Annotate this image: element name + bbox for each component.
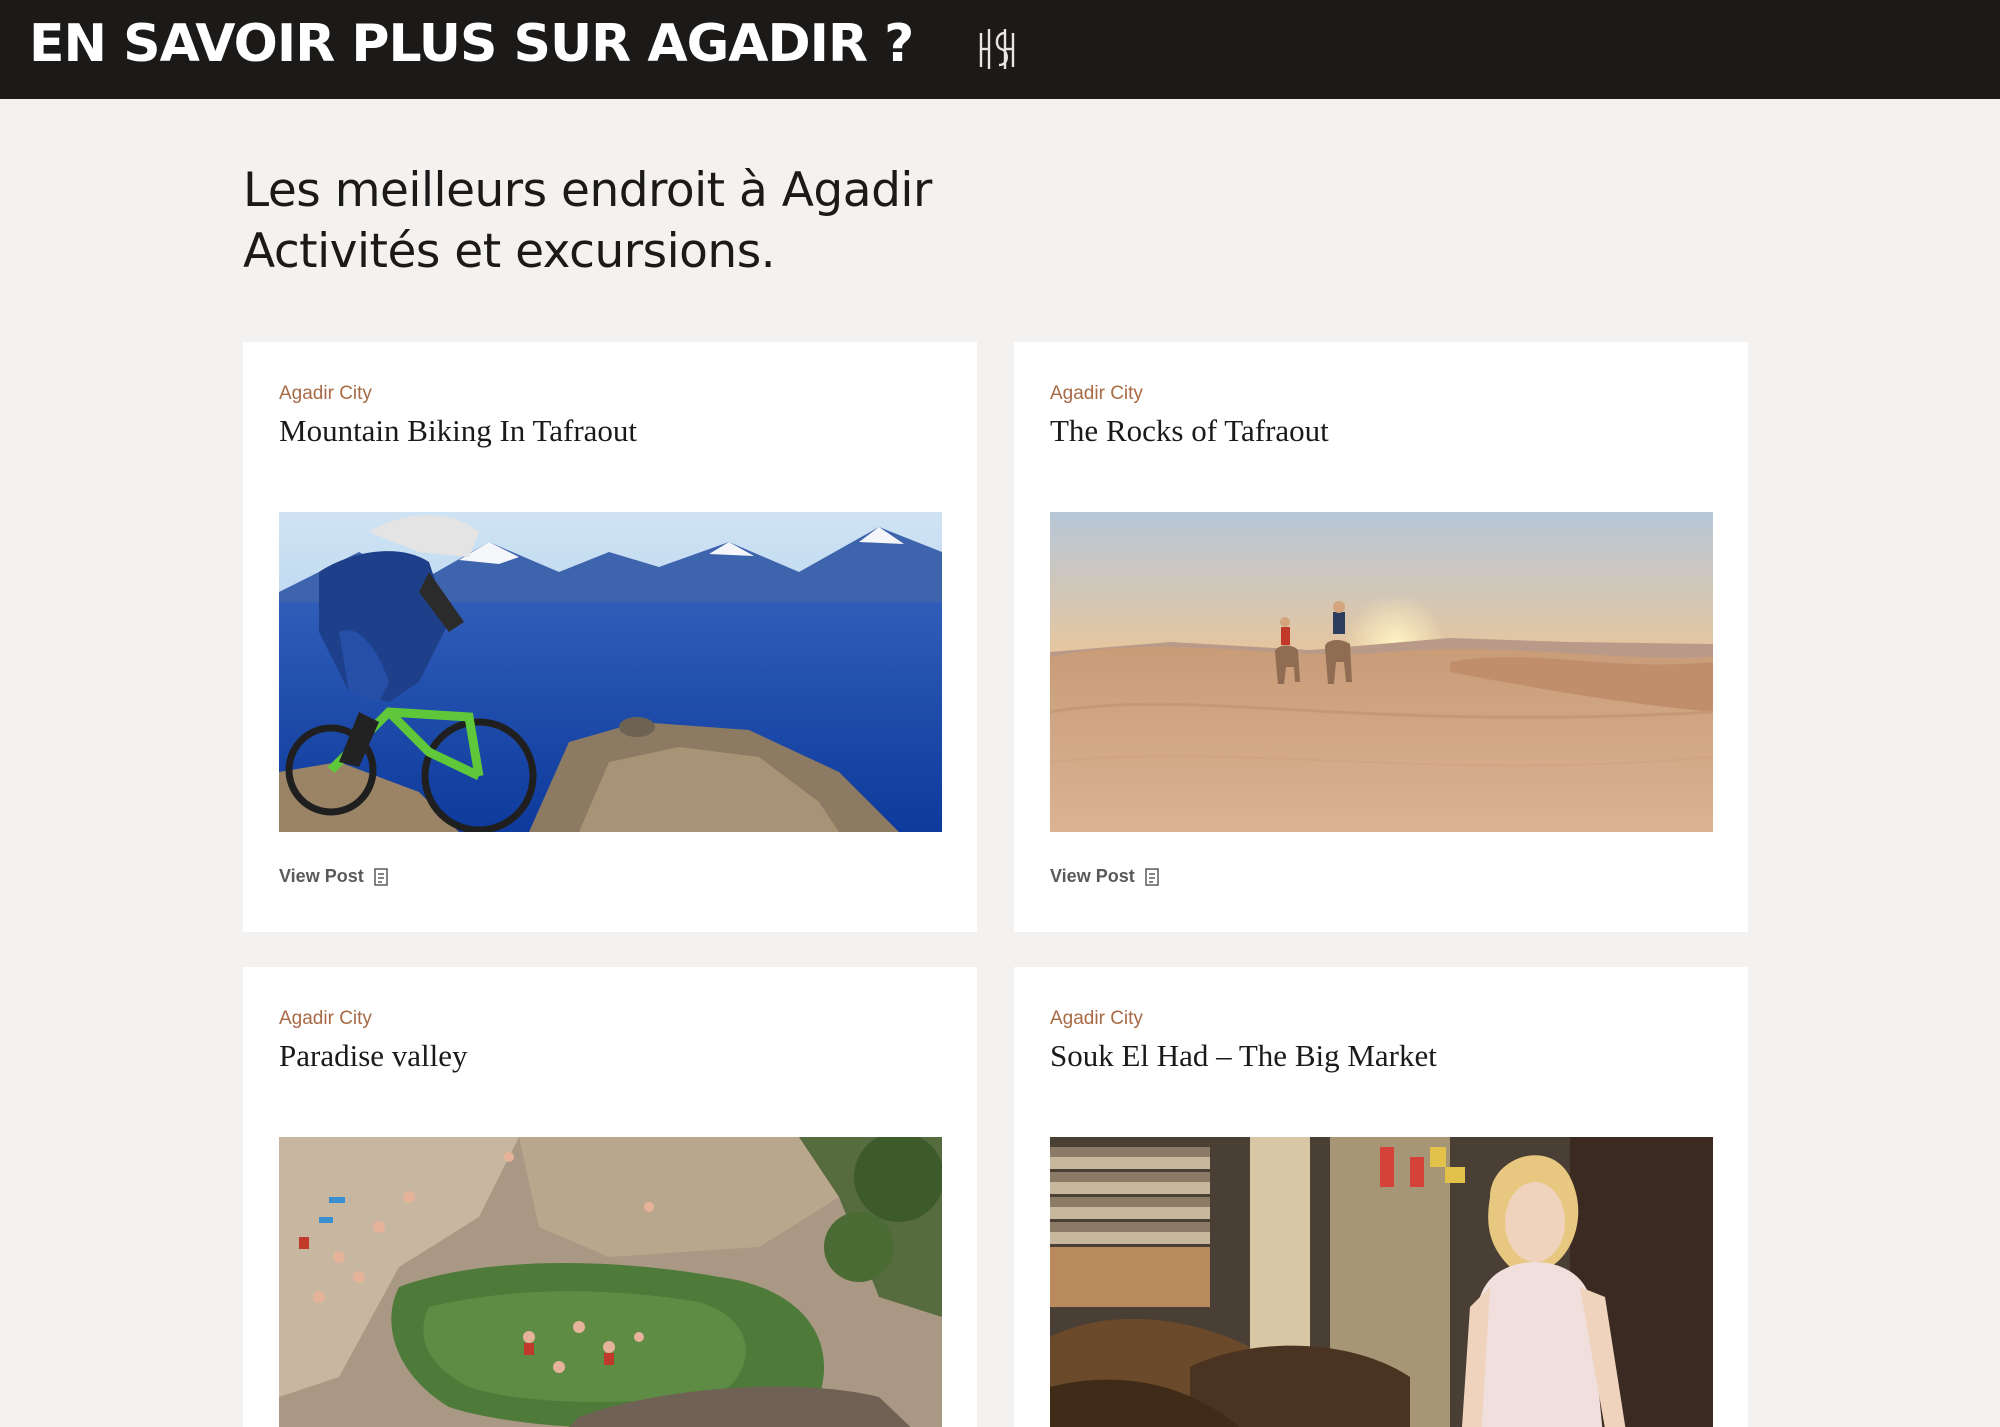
post-card[interactable]: Agadir City Paradise valley <box>243 967 977 1427</box>
post-image[interactable] <box>279 512 942 832</box>
arrow-icon <box>1144 867 1159 886</box>
top-banner: EN SAVOIR PLUS SUR AGADIR ? <box>0 0 2000 99</box>
view-post-link[interactable]: View Post <box>1050 866 1159 887</box>
post-category[interactable]: Agadir City <box>1050 383 1143 405</box>
post-category[interactable]: Agadir City <box>1050 1008 1143 1030</box>
post-image[interactable] <box>279 1137 942 1427</box>
arrow-icon <box>373 867 388 886</box>
post-image[interactable] <box>1050 1137 1713 1427</box>
banner-title: EN SAVOIR PLUS SUR AGADIR ? <box>29 14 914 74</box>
section-heading-line-1: Les meilleurs endroit à Agadir <box>243 163 932 218</box>
monogram-logo-icon <box>975 25 1019 73</box>
view-post-label[interactable]: View Post <box>1050 866 1135 887</box>
post-category[interactable]: Agadir City <box>279 383 372 405</box>
post-title[interactable]: The Rocks of Tafraout <box>1050 413 1329 449</box>
section-heading-line-2: Activités et excursions. <box>243 224 776 279</box>
post-title[interactable]: Souk El Had – The Big Market <box>1050 1038 1437 1074</box>
section-heading: Les meilleurs endroit à Agadir Activités… <box>243 160 1243 282</box>
post-title[interactable]: Paradise valley <box>279 1038 468 1074</box>
post-image[interactable] <box>1050 512 1713 832</box>
view-post-label[interactable]: View Post <box>279 866 364 887</box>
post-card[interactable]: Agadir City Souk El Had – The Big Market <box>1014 967 1748 1427</box>
post-title[interactable]: Mountain Biking In Tafraout <box>279 413 637 449</box>
post-card[interactable]: Agadir City Mountain Biking In Tafraout <box>243 342 977 932</box>
view-post-link[interactable]: View Post <box>279 866 388 887</box>
post-card[interactable]: Agadir City The Rocks of Tafraout View P… <box>1014 342 1748 932</box>
post-category[interactable]: Agadir City <box>279 1008 372 1030</box>
